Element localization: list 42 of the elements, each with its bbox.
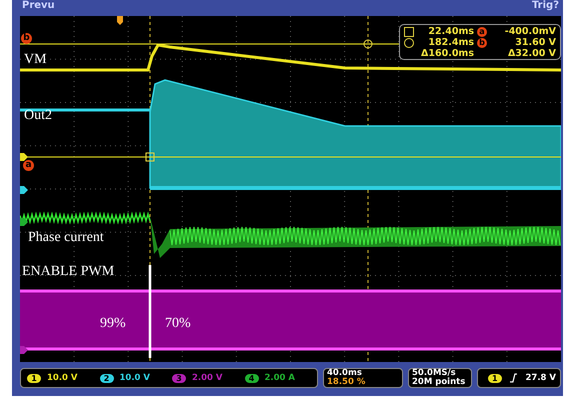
- trace-label: Phase current: [28, 230, 104, 246]
- channel-scale: 10.0 V: [47, 373, 78, 383]
- channel-marker-icon[interactable]: [20, 186, 28, 194]
- cursor-label: a: [477, 26, 487, 36]
- cursor-label: a: [23, 160, 34, 171]
- trace-label: ENABLE PWM: [22, 264, 114, 280]
- cursor-value: 31.60 V: [514, 37, 556, 48]
- channel-scale: 2.00 A: [264, 373, 296, 383]
- time-scale: 40.0ms: [327, 369, 362, 378]
- cursor-circle-icon: [364, 40, 372, 48]
- cursor-label: b: [21, 33, 32, 44]
- channel-number[interactable]: 1: [27, 374, 41, 382]
- trigger-position-icon[interactable]: [117, 16, 123, 25]
- trace-label: VM: [24, 52, 47, 68]
- channel-number[interactable]: 2: [100, 374, 114, 382]
- channel-scale: 2.00 V: [192, 373, 223, 383]
- channel-marker-icon[interactable]: [20, 346, 28, 354]
- trigger-state: Trig?: [532, 0, 559, 12]
- channel-marker-icon[interactable]: [20, 218, 28, 226]
- trace-label: Out2: [24, 108, 52, 124]
- trigger-level: 27.8 V: [525, 373, 556, 383]
- trace-label: 70%: [165, 316, 191, 332]
- cursor-label: b: [477, 38, 487, 48]
- cursor-value: -400.0mV: [504, 26, 556, 37]
- record-length: 20M points: [412, 378, 466, 387]
- channel-number[interactable]: 3: [172, 374, 186, 382]
- trigger-position: 18.50 %: [327, 378, 366, 387]
- channel-scale: 10.0 V: [120, 373, 150, 383]
- rising-edge-icon: [510, 373, 518, 383]
- delta-value: Δ32.00 V: [506, 48, 556, 59]
- cursor-square-icon: [146, 152, 154, 162]
- trigger-source[interactable]: 1: [488, 374, 502, 382]
- channel-number[interactable]: 4: [244, 374, 258, 382]
- square-icon: [404, 26, 414, 36]
- cursor-time: 182.4ms: [427, 37, 474, 48]
- cursor-time: 22.40ms: [427, 26, 474, 37]
- circle-icon: [404, 38, 414, 48]
- mode-label: Prevu: [22, 0, 55, 12]
- delta-time: Δ160.0ms: [420, 48, 474, 59]
- sample-rate: 50.0MS/s: [412, 369, 456, 378]
- channel-marker-icon[interactable]: [20, 153, 28, 161]
- trace-label: 99%: [100, 316, 126, 332]
